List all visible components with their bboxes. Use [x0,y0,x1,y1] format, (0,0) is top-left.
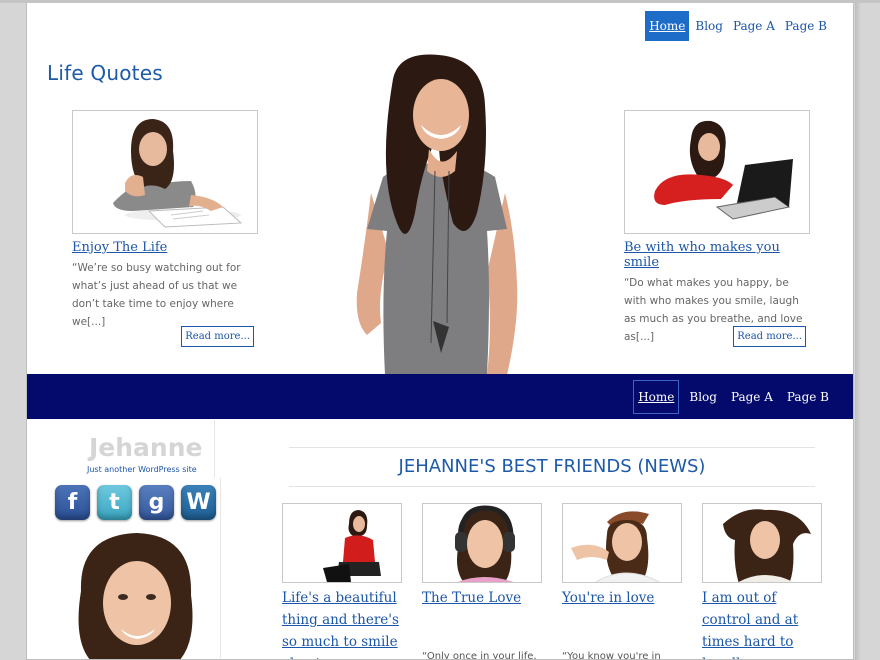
news-card: Life's a beautiful thing and there's so … [282,503,402,659]
nav-page-a[interactable]: Page A [727,381,777,413]
news-title[interactable]: The True Love [422,587,542,609]
google-icon[interactable]: g [139,485,174,520]
secondary-navigation: Home Blog Page A Page B [627,380,833,414]
facebook-icon[interactable]: f [55,485,90,520]
blog-tagline: Just another WordPress site [87,465,197,474]
twitter-icon[interactable]: t [97,485,132,520]
page-background-left [0,0,26,660]
featured-title[interactable]: Be with who makes you smile [624,240,810,270]
news-thumbnail[interactable] [702,503,822,583]
page: Home Blog Page A Page B Life Quotes Enjo… [26,2,854,660]
sidebar-divider [220,478,221,658]
wordpress-icon[interactable]: W [181,485,216,520]
news-thumbnail[interactable] [422,503,542,583]
secondary-nav-bar: Home Blog Page A Page B [27,374,853,419]
nav-blog[interactable]: Blog [691,11,727,41]
nav-page-a[interactable]: Page A [729,11,779,41]
featured-title[interactable]: Enjoy The Life [72,240,258,255]
news-card: The True Love “Only once in your life, [422,503,542,659]
news-excerpt: “Only once in your life, [422,651,537,660]
news-title[interactable]: You're in love [562,587,682,609]
blog-name[interactable]: Jehanne [89,433,202,462]
social-icons: f t g W [55,485,216,520]
nav-page-b[interactable]: Page B [783,381,833,413]
read-more-button[interactable]: Read more... [733,326,806,347]
nav-page-b[interactable]: Page B [781,11,831,41]
hero-image [337,53,537,375]
featured-thumbnail[interactable] [72,110,258,234]
sidebar-divider [214,420,215,478]
featured-post-right: Be with who makes you smile “Do what mak… [624,110,810,347]
news-section-heading: JEHANNE'S BEST FRIENDS (NEWS) [289,447,815,487]
laptop-girl-image [654,120,793,220]
studying-girl-image [113,119,243,228]
news-card: I am out of control and at times hard to… [702,503,822,659]
read-more-button[interactable]: Read more... [181,326,254,347]
news-thumbnail[interactable] [562,503,682,583]
nav-home[interactable]: Home [645,11,690,41]
news-title[interactable]: Life's a beautiful thing and there's so … [282,587,402,659]
featured-excerpt: “We’re so busy watching out for what’s j… [72,262,241,328]
site-title[interactable]: Life Quotes [47,61,163,85]
page-background-right [855,0,880,660]
featured-thumbnail[interactable] [624,110,810,234]
featured-post-left: Enjoy The Life “We’re so busy watching o… [72,110,258,347]
top-navigation: Home Blog Page A Page B [643,11,831,41]
news-heading: JEHANNE'S BEST FRIENDS (NEWS) [398,456,706,477]
news-card: You're in love “You know you're in [562,503,682,659]
top-border [0,0,880,3]
news-excerpt: “You know you're in [562,651,661,660]
nav-home[interactable]: Home [633,380,680,414]
sidebar-portrait [61,531,211,659]
news-title[interactable]: I am out of control and at times hard to… [702,587,822,659]
nav-blog[interactable]: Blog [685,381,721,413]
news-thumbnail[interactable] [282,503,402,583]
